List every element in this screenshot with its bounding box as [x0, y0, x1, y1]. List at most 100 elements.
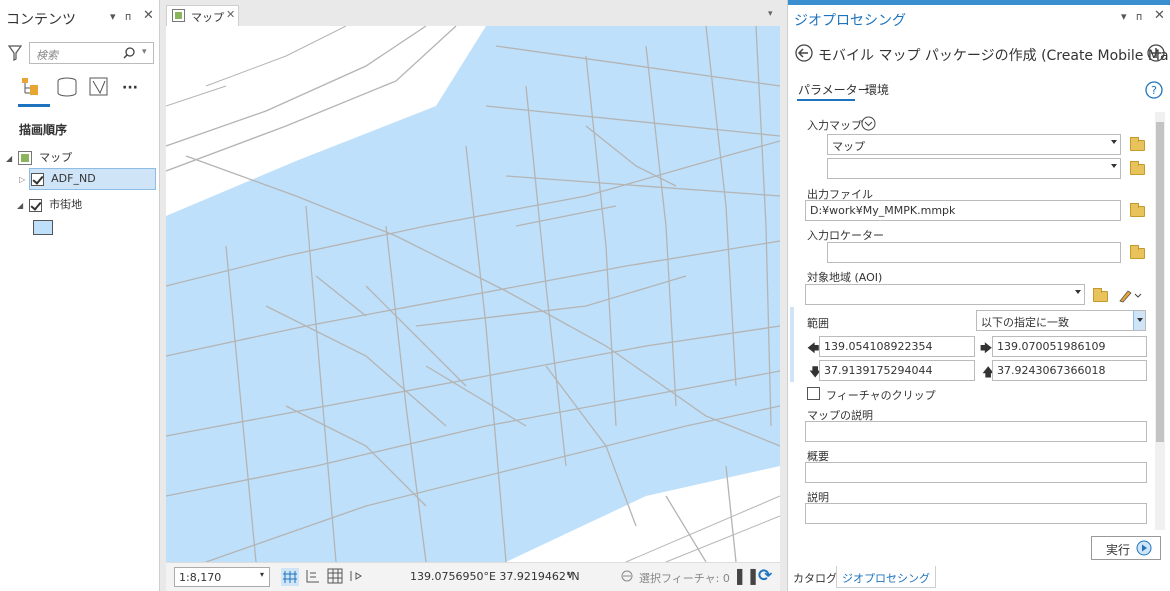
extent-bottom-value: 37.9139175294044	[824, 364, 933, 377]
output-file-input[interactable]: D:¥work¥My_MMPK.mmpk	[805, 200, 1121, 221]
extent-bottom-input[interactable]: 37.9139175294044	[819, 360, 975, 381]
tool-name: モバイル マップ パッケージの作成 (Create Mobile Ma...	[818, 48, 1170, 64]
tab-close-icon[interactable]: ✕	[226, 8, 235, 21]
expand-icon[interactable]: ▷	[19, 175, 25, 184]
dropdown-button[interactable]	[1133, 311, 1145, 330]
urban-area-polygon	[166, 26, 780, 562]
pin-icon[interactable]: ᴨ	[1136, 10, 1142, 23]
extent-left-value: 139.054108922354	[824, 340, 933, 353]
description-input[interactable]	[805, 503, 1147, 524]
extent-right-value: 139.070051986109	[997, 340, 1106, 353]
extent-label: 範囲	[807, 317, 829, 330]
tree-item-map[interactable]: ◢ マップ	[6, 149, 72, 165]
search-options-icon[interactable]: ▾	[142, 47, 147, 57]
chevron-down-icon	[1111, 164, 1117, 168]
back-icon[interactable]	[795, 44, 813, 62]
collapse-icon[interactable]: ◢	[6, 154, 12, 163]
dropdown-menu-icon[interactable]: ▾	[110, 10, 116, 23]
clip-features-label: フィーチャのクリップ	[826, 389, 936, 402]
tab-map[interactable]: マップ ✕	[166, 5, 239, 26]
map-view: マップ ✕ ▾ 1:8,170 ▾ 139.0756950°E 37.92194…	[165, 0, 782, 591]
pause-icon[interactable]: ❚❚	[733, 566, 760, 585]
tree-item-label: マップ	[39, 151, 73, 164]
output-file-value: D:¥work¥My_MMPK.mmpk	[810, 204, 956, 217]
extent-top-input[interactable]: 37.9243067366018	[992, 360, 1147, 381]
locator-input[interactable]	[827, 242, 1121, 263]
coordinate-readout: 139.0756950°E 37.9219462°N	[410, 570, 580, 583]
input-map-select[interactable]: マップ	[827, 134, 1121, 155]
layer-visibility-checkbox[interactable]	[28, 198, 42, 212]
aoi-label: 対象地域 (AOI)	[807, 271, 883, 284]
scale-combobox[interactable]: 1:8,170 ▾	[174, 567, 270, 587]
extent-left-input[interactable]: 139.054108922354	[819, 336, 975, 357]
contents-search-input[interactable]: 検索 ▾	[29, 42, 154, 64]
tab-catalog-label: カタログ	[793, 572, 837, 585]
add-icon[interactable]	[1147, 44, 1165, 62]
run-icon	[1136, 540, 1152, 556]
tree-item-label: 市街地	[49, 198, 83, 211]
folder-icon[interactable]	[1130, 161, 1145, 175]
extent-option-value: 以下の指定に一致	[981, 316, 1069, 329]
tree-item-adf-nd[interactable]: ▷ ADF_ND	[19, 172, 96, 186]
aoi-select[interactable]	[805, 284, 1085, 305]
more-options-icon[interactable]: ···	[122, 80, 138, 96]
layer-visibility-checkbox[interactable]	[30, 172, 44, 186]
close-icon[interactable]: ✕	[143, 8, 154, 23]
filter-icon[interactable]	[8, 45, 22, 61]
parameters-scrollbar[interactable]	[1155, 112, 1165, 530]
data-source-icon[interactable]	[56, 76, 78, 98]
tab-menu-icon[interactable]: ▾	[768, 9, 773, 19]
locator-label: 入力ロケーター	[807, 229, 884, 242]
contents-pane: コンテンツ ▾ ᴨ ✕ 検索 ▾ ··· 描画順序 ◢ マップ ▷ ADF_ND…	[0, 0, 160, 591]
folder-icon[interactable]	[1093, 288, 1108, 302]
coordinate-format-icon[interactable]: ∨	[566, 568, 574, 581]
chevron-down-icon[interactable]: ▾	[260, 570, 264, 579]
navigation-icon[interactable]	[348, 568, 364, 584]
dropdown-menu-icon[interactable]: ▾	[1121, 10, 1127, 23]
drawing-order-icon[interactable]	[20, 76, 48, 98]
extent-right-input[interactable]: 139.070051986109	[992, 336, 1147, 357]
arrow-right-icon: 🡆	[980, 341, 993, 355]
tab-geoprocessing[interactable]: ジオプロセシング	[836, 566, 936, 588]
summary-input[interactable]	[805, 462, 1147, 483]
map-status-bar: 1:8,170 ▾ 139.0756950°E 37.9219462°N ∨ 選…	[166, 562, 780, 591]
search-icon[interactable]	[123, 47, 135, 59]
folder-icon[interactable]	[1130, 203, 1145, 217]
select-feature-icon[interactable]	[620, 569, 636, 585]
tab-label: マップ	[191, 11, 224, 24]
refresh-icon[interactable]: ⟳	[758, 566, 772, 586]
tab-geoprocessing-label: ジオプロセシング	[842, 572, 930, 585]
tab-parameters[interactable]: パラメーター	[798, 81, 870, 98]
folder-icon[interactable]	[1130, 245, 1145, 259]
grid-icon[interactable]	[281, 568, 299, 586]
input-map-select-2[interactable]	[827, 158, 1121, 179]
drawing-order-heading: 描画順序	[19, 123, 68, 137]
folder-icon[interactable]	[1130, 137, 1145, 151]
clip-features-checkbox[interactable]	[807, 387, 820, 400]
help-icon[interactable]: ?	[1145, 81, 1163, 99]
tree-item-label: ADF_ND	[51, 172, 96, 185]
selection-icon[interactable]	[88, 76, 110, 98]
chevron-down-icon	[1075, 290, 1081, 294]
group-indicator	[790, 307, 794, 382]
table-icon[interactable]	[327, 568, 343, 584]
run-button[interactable]: 実行	[1091, 536, 1161, 560]
tab-environments[interactable]: 環境	[865, 81, 889, 98]
close-icon[interactable]: ✕	[1154, 8, 1165, 23]
tree-item-urban-area[interactable]: ◢ 市街地	[17, 196, 82, 212]
map-canvas[interactable]	[166, 26, 780, 562]
scrollbar-thumb[interactable]	[1156, 122, 1164, 442]
active-view-indicator	[18, 104, 50, 107]
sketch-pencil-icon[interactable]	[1118, 287, 1142, 303]
arrow-left-icon: 🡄	[807, 341, 820, 355]
selected-features-count: 選択フィーチャ: 0	[639, 572, 730, 585]
snapping-icon[interactable]	[305, 568, 321, 584]
tab-catalog[interactable]: カタログ	[788, 566, 842, 588]
collapse-icon[interactable]: ◢	[17, 201, 23, 210]
active-tab-indicator	[797, 99, 855, 101]
map-description-input[interactable]	[805, 421, 1147, 442]
extent-option-select[interactable]: 以下の指定に一致	[976, 310, 1146, 331]
input-map-value: マップ	[832, 140, 865, 153]
pin-icon[interactable]: ᴨ	[125, 10, 131, 23]
expand-circle-icon[interactable]	[861, 116, 876, 131]
